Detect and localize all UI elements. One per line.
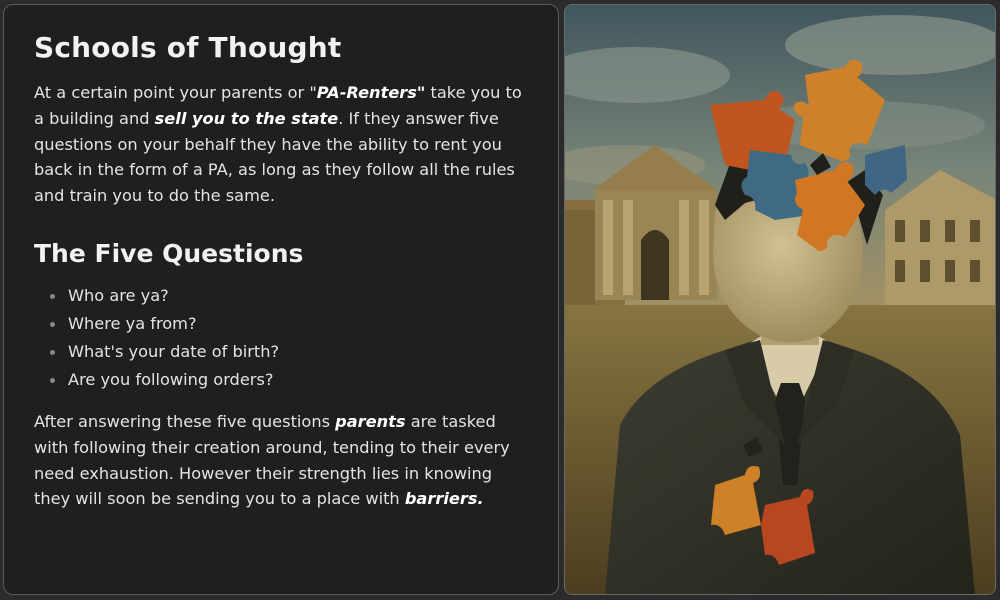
list-item: Where ya from? [49, 310, 528, 338]
sell-to-state-emphasis: sell you to the state [154, 108, 339, 128]
questions-list: Who are ya? Where ya from? What's your d… [34, 282, 528, 394]
parents-emphasis: parents [335, 411, 406, 431]
list-item: Are you following orders? [49, 366, 528, 394]
text-card: Schools of Thought At a certain point yo… [3, 4, 559, 595]
list-item: What's your date of birth? [49, 338, 528, 366]
pa-renters-emphasis: PA-Renters" [316, 83, 426, 102]
intro-paragraph: At a certain point your parents or "PA-R… [34, 83, 522, 206]
list-item: Who are ya? [49, 282, 528, 310]
outro-paragraph: After answering these five questions par… [34, 411, 510, 509]
artwork-panel [564, 4, 996, 595]
puzzle-head-painting [565, 5, 995, 594]
section-heading: The Five Questions [34, 238, 304, 268]
barriers-emphasis: barriers. [404, 489, 484, 509]
card-title: Schools of Thought [34, 31, 342, 64]
